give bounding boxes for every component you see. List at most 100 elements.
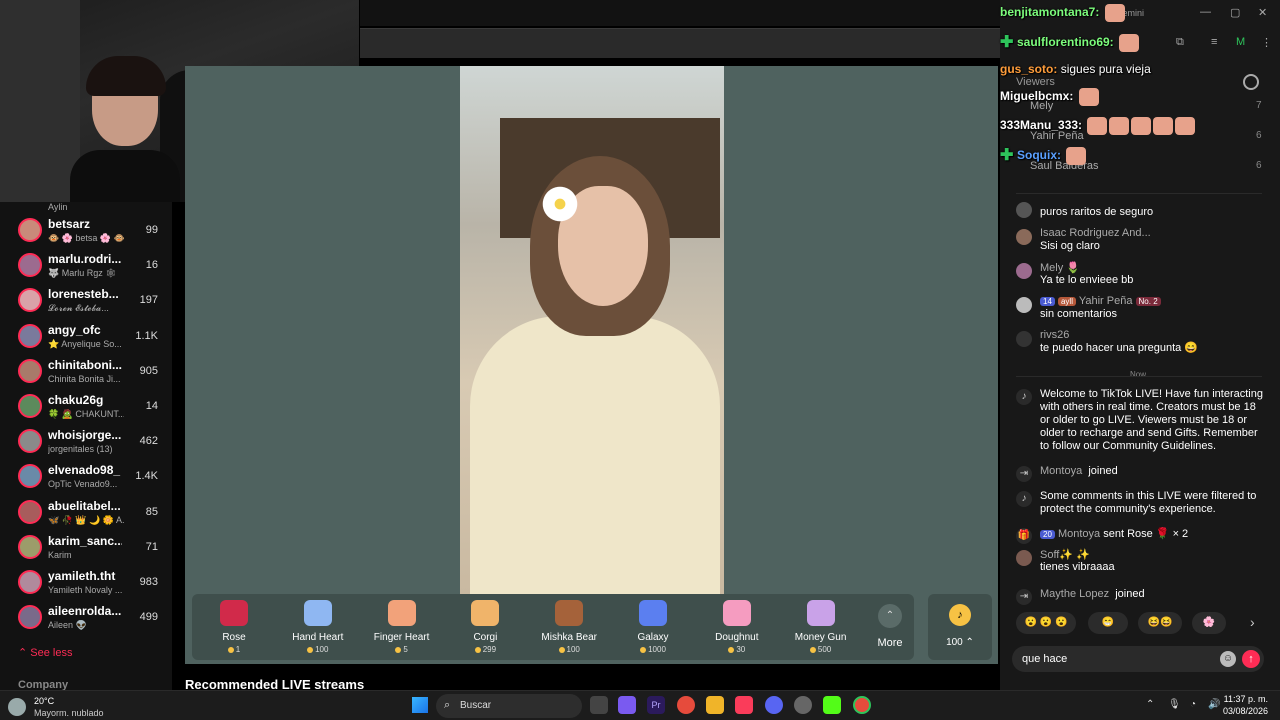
task-view-icon[interactable] xyxy=(590,696,608,714)
live-video[interactable] xyxy=(460,66,724,594)
gift-item[interactable]: Galaxy 1000 xyxy=(611,594,695,660)
gift-item[interactable]: Finger Heart 5 xyxy=(360,594,444,660)
sidebar-item[interactable]: chinitaboni... Chinita Bonita Ji... 905 xyxy=(0,355,172,390)
joined-user[interactable]: Montoya xyxy=(1040,465,1082,477)
quick-emoji-button[interactable]: 😮 😮 😮 xyxy=(1016,612,1076,634)
joined-user[interactable]: Maythe Lopez xyxy=(1040,588,1109,600)
gift-icon xyxy=(303,600,332,626)
sidebar-item-name: chaku26g xyxy=(48,393,104,407)
see-less-link[interactable]: ⌃ See less xyxy=(18,646,72,659)
coin-balance-button[interactable]: ♪ 100 ⌃ xyxy=(928,594,992,660)
avatar[interactable] xyxy=(1016,297,1032,313)
chat-username[interactable]: Mely 🌷 xyxy=(1040,262,1080,274)
sidebar-item[interactable]: betsarz 🐵 🌸 betsa 🌸 🐵 99 xyxy=(0,214,172,249)
gift-price: 100 xyxy=(276,645,360,654)
chrome-profile-icon[interactable] xyxy=(853,696,871,714)
sidebar-item[interactable]: yamileth.tht Yamileth Novaly ... 983 xyxy=(0,566,172,601)
emoji-icon[interactable]: ☺ xyxy=(1220,651,1236,667)
more-gifts-button[interactable]: ⌃ More xyxy=(870,594,910,660)
gift-item[interactable]: Rose 1 xyxy=(192,594,276,660)
profile-icon[interactable]: M xyxy=(1236,36,1245,48)
viewer-count: 71 xyxy=(145,540,158,553)
quick-emoji-button[interactable]: 🌸 xyxy=(1192,612,1226,634)
sidebar-item-name: karim_sanc... xyxy=(48,533,122,548)
coin-icon xyxy=(474,646,481,653)
quick-emoji-button[interactable]: 😆😆 xyxy=(1138,612,1182,634)
overlay-message: sigues pura vieja xyxy=(1060,62,1151,76)
chevron-right-icon[interactable]: › xyxy=(1250,614,1255,630)
discord-icon[interactable] xyxy=(765,696,783,714)
viewer-count: 1.4K xyxy=(135,470,158,483)
minimize-icon[interactable]: — xyxy=(1200,6,1211,18)
chat-username[interactable]: Soff✨ ✨ xyxy=(1040,548,1090,561)
sidebar-item[interactable]: aileenrolda... Aileen 👽 499 xyxy=(0,601,172,636)
overlay-chat-line: ✚ Soquix: xyxy=(1000,147,1087,165)
sidebar-item[interactable]: karim_sanc... Karim 71 xyxy=(0,531,172,566)
chevron-up-icon[interactable]: ⌃ xyxy=(1146,699,1154,710)
sidebar-item[interactable]: elvenado98_ OpTic Venado9... 1.4K xyxy=(0,460,172,495)
taskbar-search[interactable]: ⌕ Buscar xyxy=(436,694,582,718)
sidebar-item-sub: jorgenitales (13) xyxy=(48,444,113,455)
sidebar-item-sub: 🍀 🧟 CHAKUNT... xyxy=(48,409,124,419)
chat-input[interactable] xyxy=(1022,650,1212,668)
gift-item[interactable]: Hand Heart 100 xyxy=(276,594,360,660)
close-icon[interactable]: ✕ xyxy=(1258,6,1267,19)
sidebar-item-sub: Karim xyxy=(48,549,72,560)
gift-name: Doughnut xyxy=(715,632,759,643)
sidebar-item[interactable]: angy_ofc ⭐ Anyelique So... 1.1K xyxy=(0,320,172,355)
sidebar-item[interactable]: lorenesteb... 𝓛𝓸𝓻𝓮𝓷 𝓔𝓼𝓽𝓮𝓫𝓪... 197 xyxy=(0,284,172,319)
quick-emoji-button[interactable]: 😁 xyxy=(1088,612,1128,634)
avatar[interactable] xyxy=(1016,263,1032,279)
gift-name: Money Gun xyxy=(794,632,847,643)
kick-icon[interactable] xyxy=(823,696,841,714)
live-stage[interactable] xyxy=(185,66,998,664)
chat-username[interactable]: Yahir Peña xyxy=(1079,295,1133,307)
settings-icon[interactable] xyxy=(794,696,812,714)
menu-icon[interactable]: ⋮ xyxy=(1261,36,1272,49)
gift-item[interactable]: Mishka Bear 100 xyxy=(527,594,611,660)
playlist-icon[interactable]: ≡ xyxy=(1211,36,1217,48)
overlay-username: gus_soto: xyxy=(1000,62,1058,76)
clock[interactable]: 11:37 p. m. 03/08/2026 xyxy=(1212,694,1268,716)
premiere-icon[interactable]: Pr xyxy=(647,696,665,714)
avatar[interactable] xyxy=(1016,331,1032,347)
extensions-icon[interactable]: ⧉ xyxy=(1176,36,1184,49)
emote-icon xyxy=(1087,117,1108,135)
filtered-text: Some comments in this LIVE were filtered… xyxy=(1040,490,1257,515)
sidebar-item-name: marlu.rodri... xyxy=(48,252,122,267)
coin-balance-value: 100 xyxy=(946,637,963,648)
gift-item[interactable]: Money Gun 500 xyxy=(779,594,863,660)
sidebar-item[interactable]: marlu.rodri... 🐺 Marlu Rgz 🕸 16 xyxy=(0,249,172,284)
gift-item[interactable]: Doughnut 30 xyxy=(695,594,779,660)
weather-desc: Mayorm. nublado xyxy=(34,708,104,718)
gift-name: Hand Heart xyxy=(292,632,344,643)
copilot-icon[interactable] xyxy=(618,696,636,714)
send-button[interactable]: ↑ xyxy=(1242,650,1260,668)
chat-username[interactable]: Isaac Rodriguez And... xyxy=(1040,227,1151,239)
chat-text: sin comentarios xyxy=(1040,308,1118,320)
sidebar-item-name: whoisjorge... xyxy=(48,428,122,443)
viewer-count: 1.1K xyxy=(135,329,158,342)
maximize-icon[interactable]: ▢ xyxy=(1230,6,1240,19)
chat-text: tienes vibraaaa xyxy=(1040,561,1115,573)
chat-username[interactable]: rivs26 xyxy=(1040,329,1069,341)
gift-price: 1 xyxy=(192,645,276,654)
sidebar-item[interactable]: chaku26g 🍀 🧟 CHAKUNT... 14 xyxy=(0,390,172,425)
microphone-icon[interactable]: 🎙 xyxy=(1168,699,1181,710)
gear-icon[interactable] xyxy=(1243,74,1259,90)
avatar[interactable] xyxy=(1016,550,1032,566)
gift-item[interactable]: Corgi 299 xyxy=(443,594,527,660)
music-icon[interactable] xyxy=(735,696,753,714)
weather-temp: 20°C xyxy=(34,696,55,706)
folder-icon[interactable] xyxy=(706,696,724,714)
windows-start-icon[interactable] xyxy=(412,697,428,713)
avatar[interactable] xyxy=(1016,202,1032,218)
wifi-icon[interactable]: ◔ xyxy=(1190,699,1196,710)
chat-user-line: Isaac Rodriguez And... xyxy=(1040,227,1151,239)
chrome-icon[interactable] xyxy=(677,696,695,714)
gift-user[interactable]: Montoya xyxy=(1058,528,1100,540)
gift-price: 299 xyxy=(443,645,527,654)
sidebar-item[interactable]: abuelitabel... 🦋 🥀 👑 🌙 🌼 A... 85 xyxy=(0,496,172,531)
avatar[interactable] xyxy=(1016,229,1032,245)
sidebar-item[interactable]: whoisjorge... jorgenitales (13) 462 xyxy=(0,425,172,460)
